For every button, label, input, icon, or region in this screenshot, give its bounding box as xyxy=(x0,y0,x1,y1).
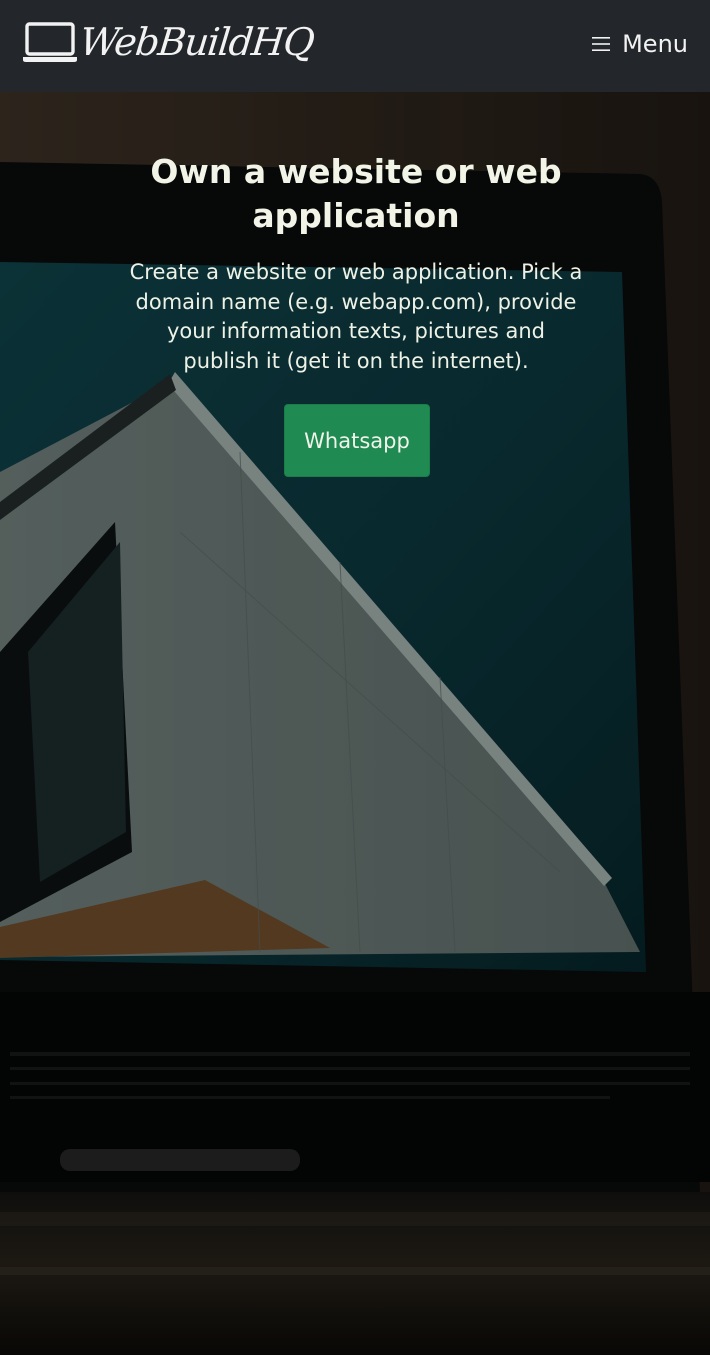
menu-toggle-button[interactable]: Menu xyxy=(592,26,688,62)
menu-label: Menu xyxy=(622,30,688,58)
navbar: WebBuildHQ Menu xyxy=(0,0,710,92)
hero-title: Own a website or web application xyxy=(150,152,562,235)
hero-section: Own a website or web application Create … xyxy=(0,92,710,1355)
hero-description: Create a website or web application. Pic… xyxy=(129,260,583,373)
brand-logo-link[interactable]: WebBuildHQ xyxy=(22,18,316,66)
brand-name: WebBuildHQ xyxy=(77,20,316,64)
whatsapp-button[interactable]: Whatsapp xyxy=(284,404,430,477)
hamburger-icon xyxy=(592,37,611,51)
laptop-icon xyxy=(23,22,77,62)
